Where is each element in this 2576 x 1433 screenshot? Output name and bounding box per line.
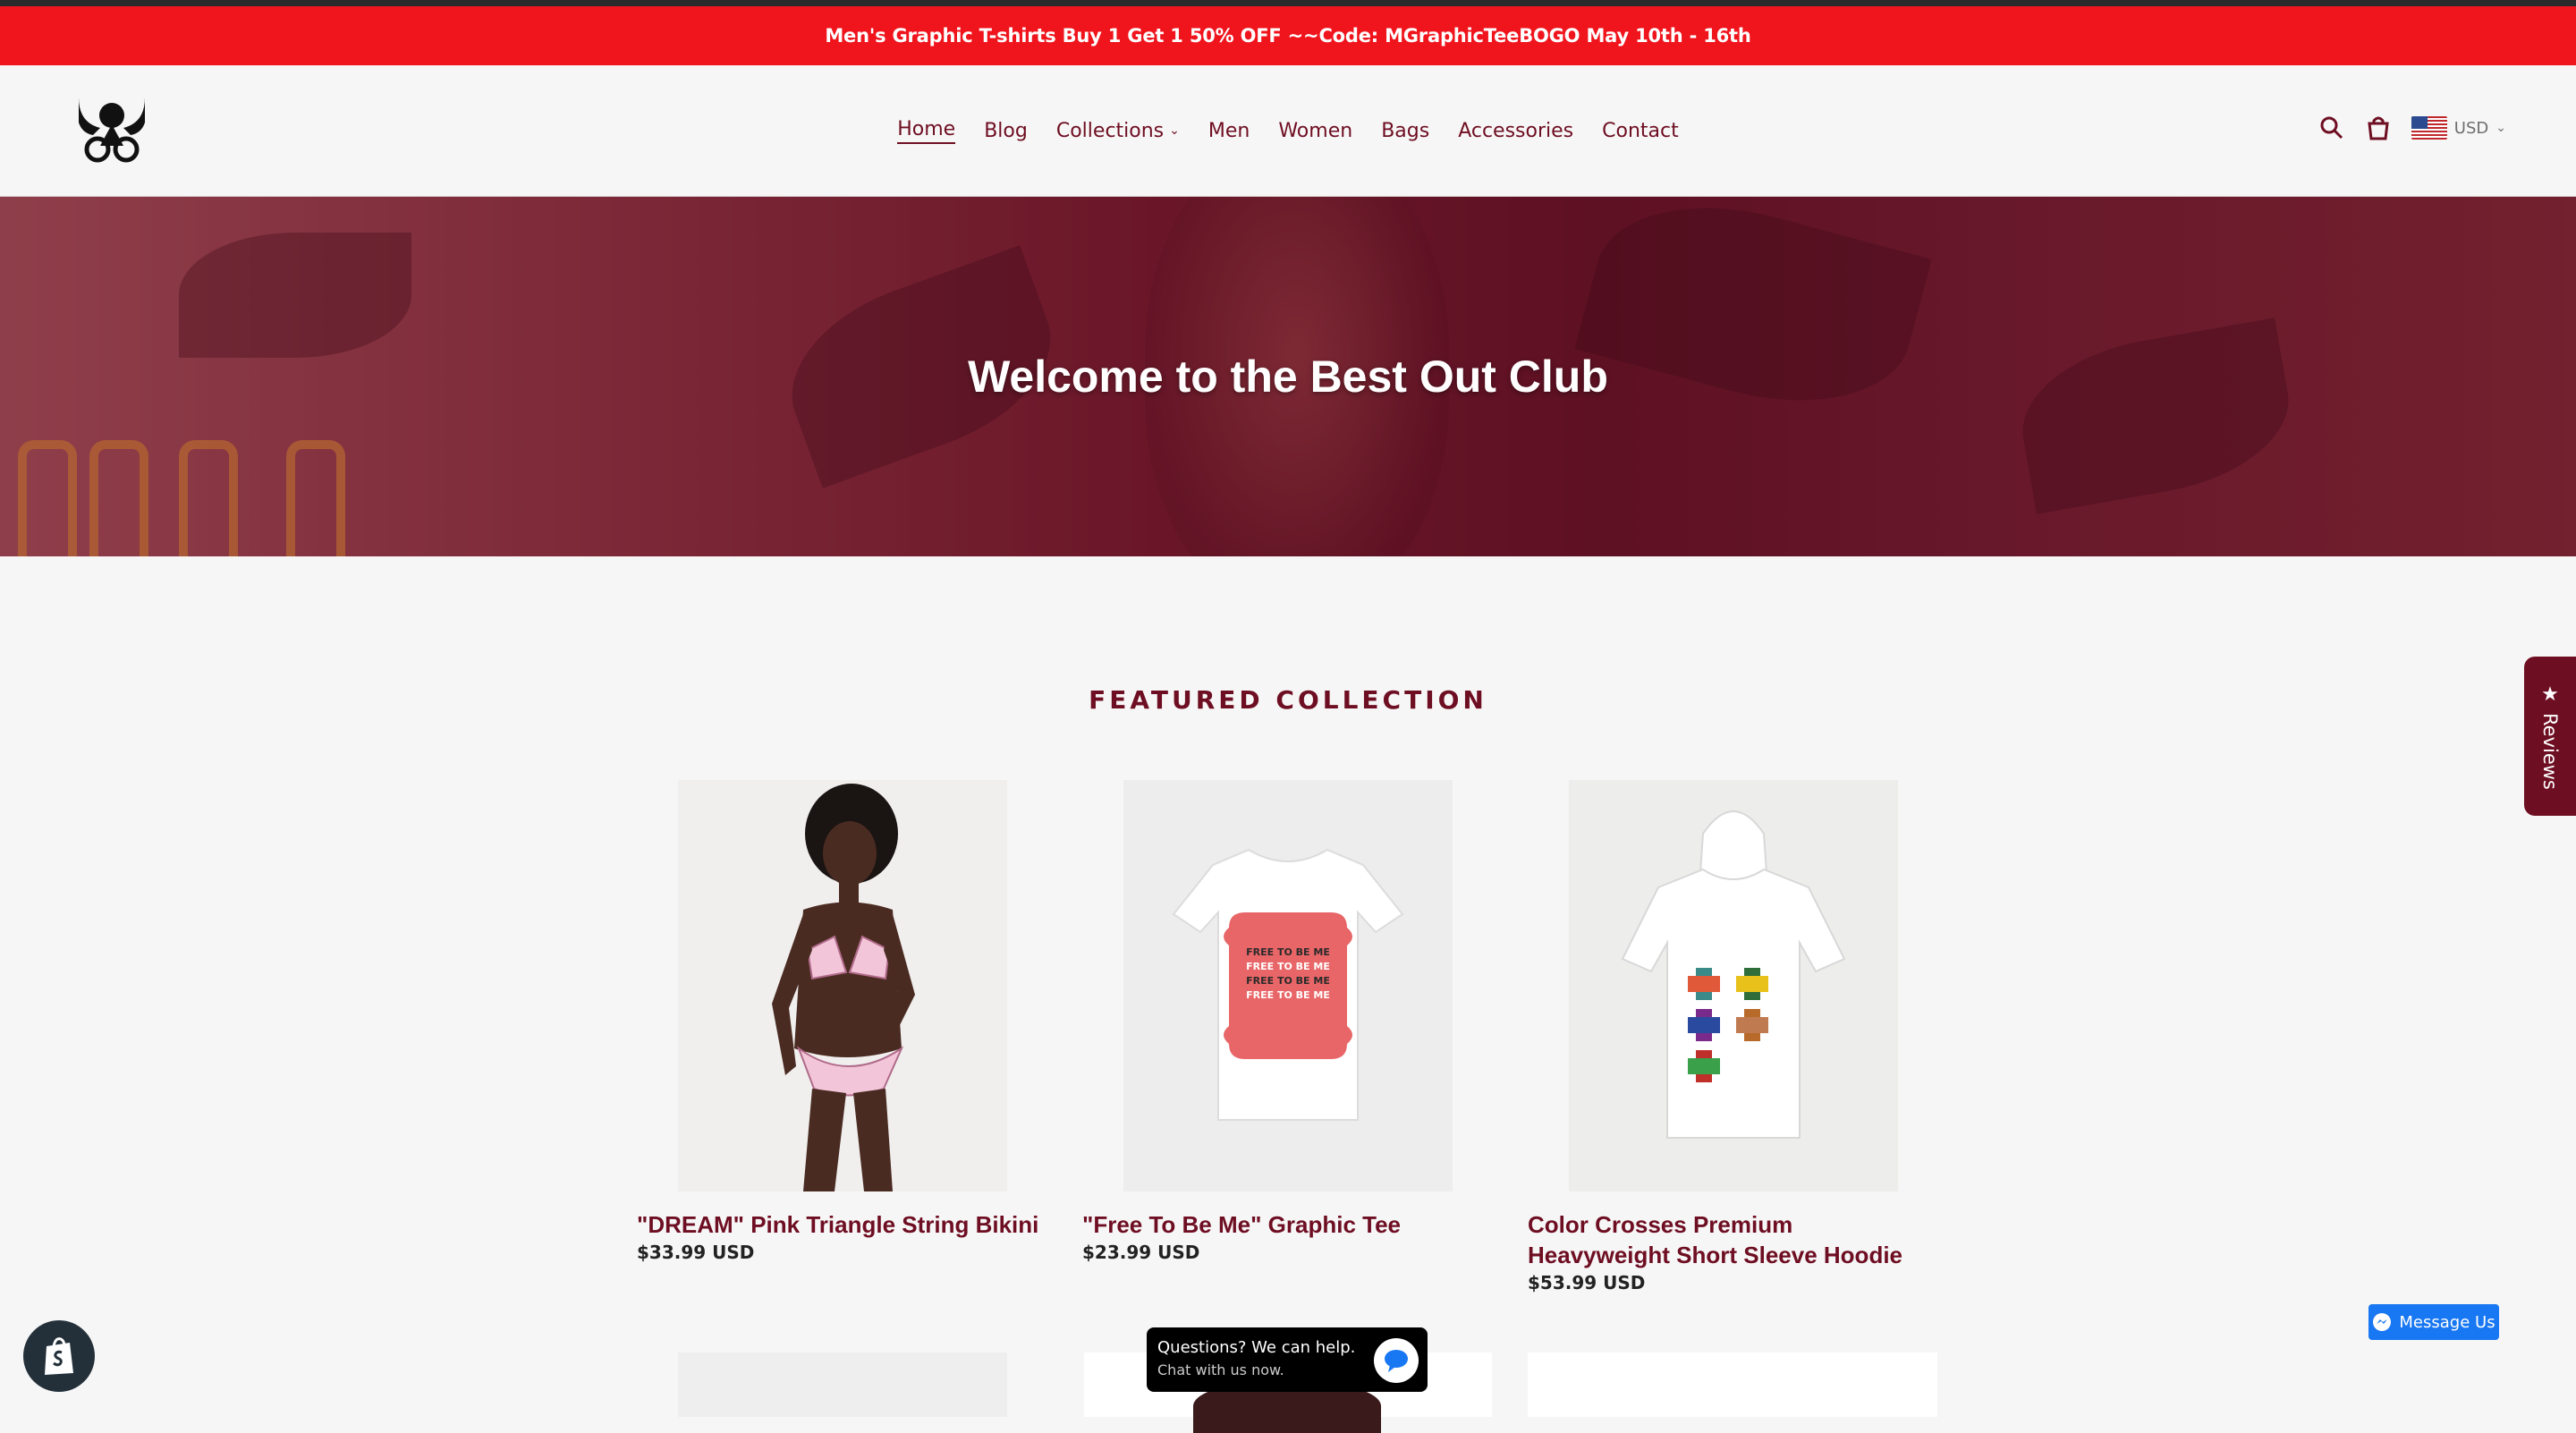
main-nav: Home Blog Collections ⌄ Men Women Bags Ac… xyxy=(0,65,2576,196)
nav-women[interactable]: Women xyxy=(1278,120,1352,142)
announcement-bar[interactable]: Men's Graphic T-shirts Buy 1 Get 1 50% O… xyxy=(0,6,2576,65)
nav-accessories[interactable]: Accessories xyxy=(1458,120,1573,142)
cart-icon[interactable] xyxy=(2365,114,2392,141)
announcement-text: Men's Graphic T-shirts Buy 1 Get 1 50% O… xyxy=(825,25,1751,47)
header-actions: USD ⌄ xyxy=(2318,114,2506,141)
nav-contact-label: Contact xyxy=(1602,119,1679,142)
chevron-down-icon: ⌄ xyxy=(2496,121,2506,135)
product-card[interactable]: FREE TO BE ME FREE TO BE ME FREE TO BE M… xyxy=(1082,780,1494,1263)
product-price: $53.99 USD xyxy=(1528,1272,1646,1293)
nav-bags[interactable]: Bags xyxy=(1381,120,1429,142)
tee-print-line: FREE TO BE ME xyxy=(1246,946,1330,958)
reviews-tab[interactable]: ★ Reviews xyxy=(2524,657,2576,816)
product-title[interactable]: Color Crosses Premium Heavyweight Short … xyxy=(1528,1209,1939,1270)
shopify-bag-icon xyxy=(45,1337,73,1375)
messenger-icon xyxy=(2373,1313,2392,1331)
nav-home[interactable]: Home xyxy=(897,117,956,144)
product-image[interactable] xyxy=(678,780,1007,1191)
product-image[interactable]: FREE TO BE ME FREE TO BE ME FREE TO BE M… xyxy=(1123,780,1453,1191)
nav-collections[interactable]: Collections ⌄ xyxy=(1056,120,1180,142)
nav-men[interactable]: Men xyxy=(1208,120,1250,142)
product-title[interactable]: "DREAM" Pink Triangle String Bikini xyxy=(637,1209,1048,1240)
currency-label: USD xyxy=(2453,118,2489,138)
star-icon: ★ xyxy=(2541,683,2559,706)
site-header: Home Blog Collections ⌄ Men Women Bags Ac… xyxy=(0,65,2576,198)
message-us-button[interactable]: Message Us xyxy=(2368,1304,2499,1340)
tee-print-line: FREE TO BE ME xyxy=(1246,975,1330,987)
product-title[interactable]: "Free To Be Me" Graphic Tee xyxy=(1082,1209,1494,1240)
product-image[interactable] xyxy=(1528,1352,1937,1417)
featured-collection-title: FEATURED COLLECTION xyxy=(1089,685,1487,715)
tee-print-line: FREE TO BE ME xyxy=(1246,961,1330,972)
chat-widget[interactable]: Questions? We can help. Chat with us now… xyxy=(1147,1327,1428,1392)
product-image[interactable] xyxy=(678,1352,1007,1417)
top-border xyxy=(0,0,2576,6)
chat-subline: Chat with us now. xyxy=(1157,1361,1284,1378)
nav-blog[interactable]: Blog xyxy=(984,120,1028,142)
product-card[interactable]: "DREAM" Pink Triangle String Bikini $33.… xyxy=(637,780,1048,1263)
nav-contact[interactable]: Contact xyxy=(1602,120,1679,142)
nav-men-label: Men xyxy=(1208,119,1250,142)
nav-accessories-label: Accessories xyxy=(1458,119,1574,142)
tee-print-line: FREE TO BE ME xyxy=(1246,989,1330,1001)
chevron-down-icon: ⌄ xyxy=(1169,123,1180,138)
hero-banner: Welcome to the Best Out Club xyxy=(0,197,2576,556)
chat-bubble-icon[interactable] xyxy=(1374,1338,1419,1383)
nav-collections-label: Collections xyxy=(1055,119,1165,142)
hero-title: Welcome to the Best Out Club xyxy=(968,352,1608,402)
nav-blog-label: Blog xyxy=(984,119,1028,142)
product-price: $23.99 USD xyxy=(1082,1242,1200,1263)
us-flag-icon xyxy=(2411,116,2447,140)
nav-women-label: Women xyxy=(1278,119,1353,142)
chat-headline: Questions? We can help. xyxy=(1157,1338,1356,1357)
reviews-tab-label: Reviews xyxy=(2539,712,2561,790)
product-image[interactable] xyxy=(1569,780,1898,1191)
nav-bags-label: Bags xyxy=(1381,119,1430,142)
product-card[interactable]: Color Crosses Premium Heavyweight Short … xyxy=(1528,780,1939,1293)
search-icon[interactable] xyxy=(2318,114,2345,141)
product-price: $33.99 USD xyxy=(637,1242,755,1263)
message-us-label: Message Us xyxy=(2399,1312,2496,1332)
currency-selector[interactable]: USD ⌄ xyxy=(2411,116,2506,140)
shopify-badge[interactable] xyxy=(23,1320,95,1392)
nav-home-label: Home xyxy=(897,117,956,140)
